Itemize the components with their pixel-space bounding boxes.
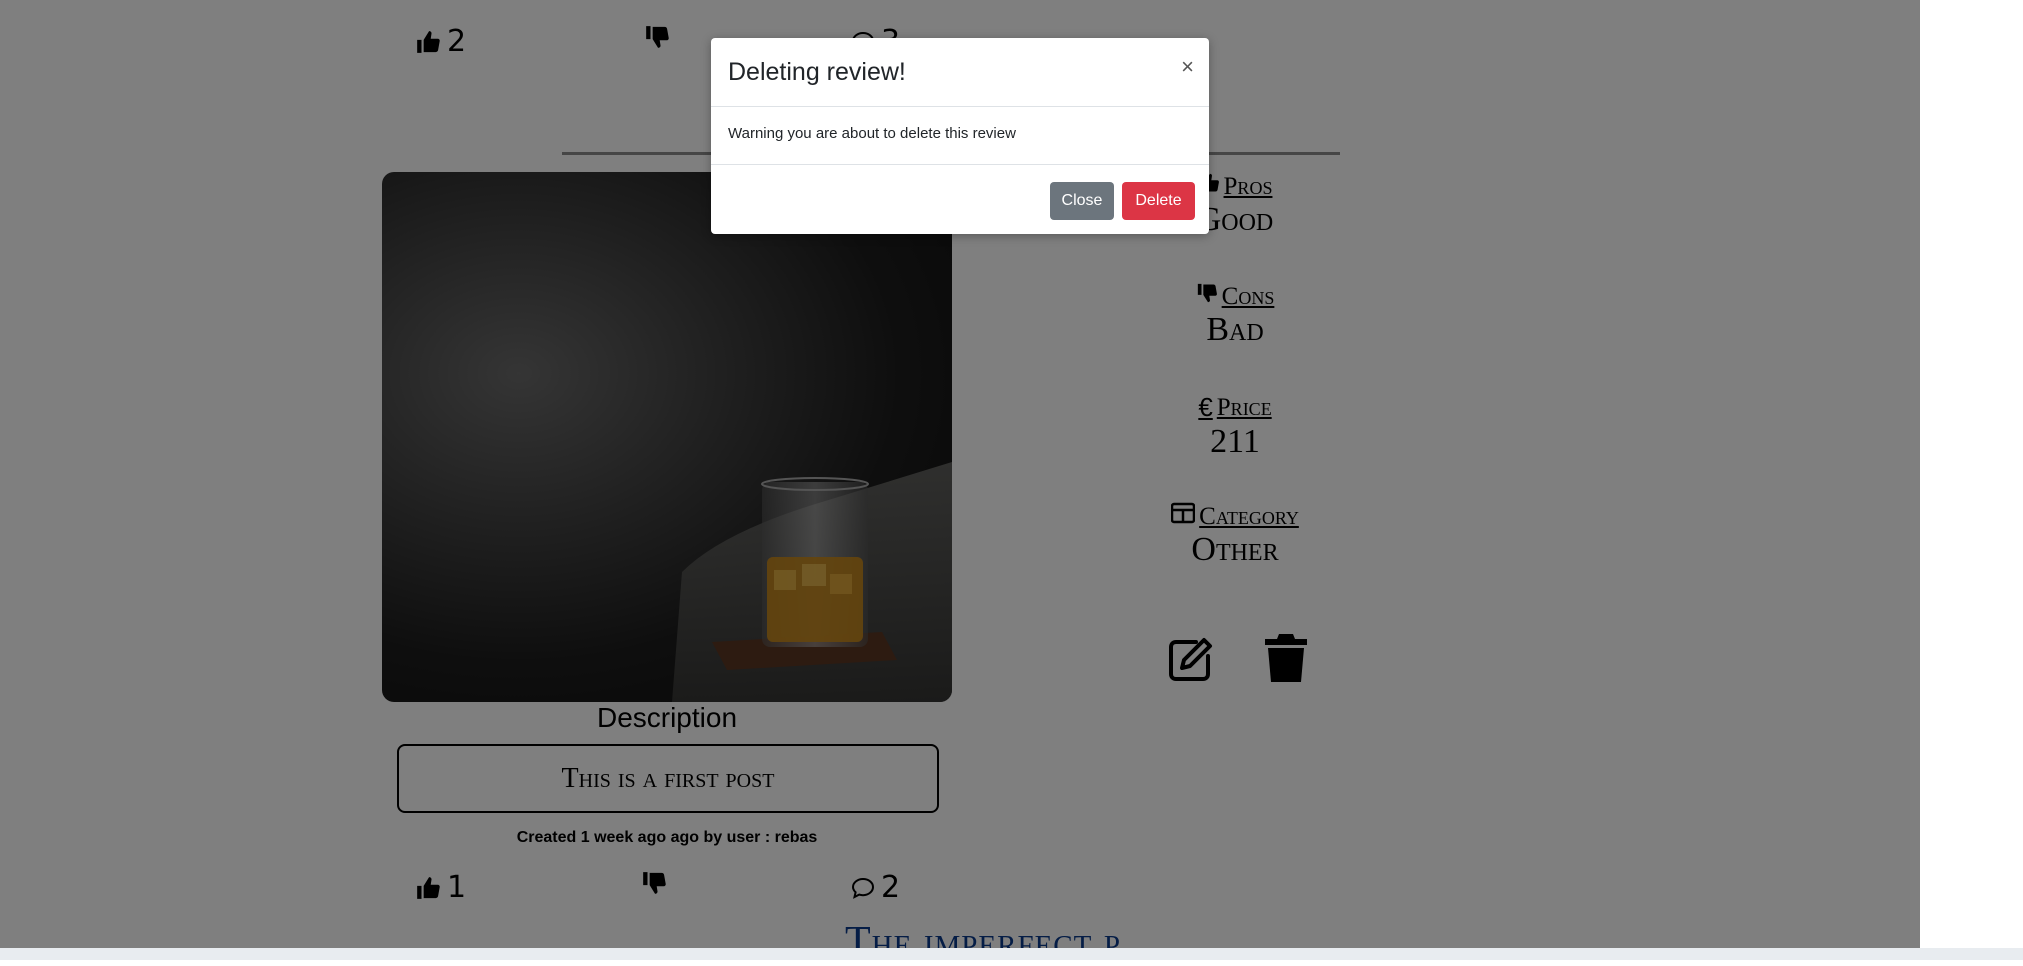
delete-button[interactable]: Delete bbox=[1122, 182, 1195, 220]
delete-review-modal: Deleting review! × Warning you are about… bbox=[711, 38, 1209, 234]
modal-title: Deleting review! bbox=[728, 58, 906, 86]
close-button[interactable]: Close bbox=[1050, 182, 1114, 220]
modal-body: Warning you are about to delete this rev… bbox=[711, 107, 1209, 165]
close-icon[interactable]: × bbox=[1181, 54, 1194, 80]
modal-footer: Close Delete bbox=[711, 165, 1209, 235]
modal-header: Deleting review! × bbox=[711, 38, 1209, 107]
taskbar-strip bbox=[0, 948, 2023, 960]
modal-warning-text: Warning you are about to delete this rev… bbox=[728, 125, 1016, 142]
